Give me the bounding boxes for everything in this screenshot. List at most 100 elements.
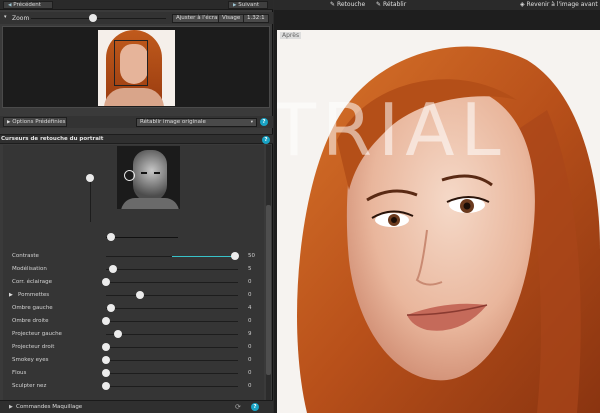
light-vertical-track[interactable]: [90, 176, 91, 222]
fit-screen-button[interactable]: Ajuster à l'écran: [172, 14, 225, 23]
slider-row: Modélisation 5: [0, 265, 265, 277]
light-horizontal-track[interactable]: [106, 237, 178, 238]
trial-watermark: TRIAL: [277, 88, 507, 172]
slider-row: Smokey eyes 0: [0, 356, 265, 368]
slider-label: Flous: [12, 370, 27, 376]
navigator-selection-box[interactable]: [114, 40, 148, 86]
slider-row: Projecteur gauche 9: [0, 330, 265, 342]
revert-button[interactable]: ◈ Revenir à l'image avant: [520, 1, 598, 8]
navigator-panel: [2, 26, 270, 108]
preset-row: ▶ Options Prédéfinies Rétablir image ori…: [0, 116, 273, 128]
slider-thumb[interactable]: [108, 265, 117, 273]
zoom-value-field[interactable]: 1.32:1: [243, 14, 269, 23]
wand-icon: ✎: [376, 1, 382, 8]
slider-track[interactable]: [106, 308, 238, 309]
face-head: [133, 150, 167, 202]
slider-fill: [172, 256, 236, 257]
slider-track[interactable]: [106, 386, 238, 387]
preset-options-button[interactable]: ▶ Options Prédéfinies: [3, 117, 67, 127]
makeup-help-icon[interactable]: ?: [251, 403, 259, 411]
slider-row: Ombre droite 0: [0, 317, 265, 329]
slider-row: Contraste 50: [0, 252, 265, 264]
slider-value: 0: [248, 292, 252, 298]
slider-label: Contraste: [12, 253, 39, 259]
zoom-row: ▾ Zoom Ajuster à l'écran Visage 1.32:1: [0, 12, 273, 24]
refresh-icon[interactable]: ⟳: [235, 403, 241, 411]
expand-triangle-icon[interactable]: ▶: [9, 292, 13, 298]
slider-thumb[interactable]: [113, 330, 122, 338]
scrollbar-handle[interactable]: [266, 205, 271, 375]
next-button[interactable]: ▶ Suivant: [228, 1, 268, 9]
light-vertical-thumb[interactable]: [86, 174, 94, 182]
reset-label: Rétablir: [382, 1, 407, 8]
slider-track[interactable]: [106, 295, 238, 296]
slider-track[interactable]: [106, 282, 238, 283]
slider-value: 0: [248, 370, 252, 376]
slider-label: Ombre droite: [12, 318, 49, 324]
slider-value: 0: [248, 279, 252, 285]
slider-thumb[interactable]: [136, 291, 145, 299]
face-shoulders: [121, 198, 179, 209]
slider-row: Flous 0: [0, 369, 265, 381]
viewer-toolbar: ✎ Retouche ✎ Rétablir ◈ Revenir à l'imag…: [274, 0, 600, 10]
triangle-right-icon: ▶: [7, 120, 11, 125]
slider-track[interactable]: [106, 373, 238, 374]
slider-value: 9: [248, 331, 252, 337]
slider-label: Corr. éclairage: [12, 279, 52, 285]
slider-value: 0: [248, 383, 252, 389]
slider-track[interactable]: [106, 269, 238, 270]
preset-options-label: Options Prédéfinies: [12, 119, 66, 125]
chevron-right-icon: ▶: [233, 3, 237, 8]
retouch-label: Retouche: [336, 1, 366, 8]
slider-row: Ombre gauche 4: [0, 304, 265, 316]
light-source-ring[interactable]: [124, 170, 135, 181]
slider-value: 50: [248, 253, 255, 259]
slider-track[interactable]: [106, 321, 238, 322]
retouch-button[interactable]: ✎ Retouche: [330, 1, 365, 8]
image-viewer: ✎ Retouche ✎ Rétablir ◈ Revenir à l'imag…: [274, 0, 600, 413]
zoom-slider-thumb[interactable]: [89, 14, 97, 22]
slider-row: Corr. éclairage 0: [0, 278, 265, 290]
zoom-label: Zoom: [12, 15, 30, 22]
section-title-text: Curseurs de retouche du portrait: [1, 136, 104, 142]
slider-row: ▶ Pommettes 0: [0, 291, 265, 303]
previous-button[interactable]: ◀ Précédent: [3, 1, 53, 9]
slider-thumb[interactable]: [102, 343, 110, 351]
reset-button[interactable]: ✎ Rétablir: [376, 1, 406, 8]
slider-thumb[interactable]: [102, 356, 110, 364]
slider-thumb[interactable]: [102, 317, 110, 325]
portrait-photo[interactable]: Après TRIAL: [277, 30, 600, 413]
slider-label: Pommettes: [18, 292, 50, 298]
zoom-slider-track[interactable]: [31, 18, 166, 19]
previous-label: Précédent: [13, 2, 41, 8]
layers-icon: ◈: [520, 1, 525, 8]
slider-thumb[interactable]: [102, 369, 110, 377]
navigator-thumbnail[interactable]: [98, 30, 175, 106]
slider-thumb[interactable]: [231, 252, 240, 260]
nav-bar: ◀ Précédent ▶ Suivant: [0, 0, 273, 10]
slider-label: Smokey eyes: [12, 357, 49, 363]
slider-track[interactable]: [106, 347, 238, 348]
section-title: Curseurs de retouche du portrait ?: [0, 134, 273, 144]
slider-track[interactable]: [106, 334, 238, 335]
scrollbar[interactable]: [266, 145, 271, 400]
preset-select[interactable]: Rétablir image originale ▾: [136, 118, 257, 127]
makeup-bar[interactable]: ▶ Commandes Maquillage ⟳ ?: [0, 400, 273, 413]
light-horizontal-thumb[interactable]: [107, 233, 115, 241]
slider-thumb[interactable]: [102, 278, 110, 286]
slider-track[interactable]: [106, 360, 238, 361]
slider-thumb[interactable]: [102, 382, 110, 390]
face-eye-left: [141, 172, 147, 174]
collapse-icon[interactable]: ▾: [4, 14, 7, 20]
preset-select-value: Rétablir image originale: [140, 119, 206, 125]
help-icon[interactable]: ?: [260, 118, 268, 126]
slider-row: Sculpter nez 0: [0, 382, 265, 394]
next-label: Suivant: [238, 2, 259, 8]
brush-icon: ✎: [330, 1, 336, 8]
face-zoom-button[interactable]: Visage: [218, 14, 245, 23]
slider-row: Projecteur droit 0: [0, 343, 265, 355]
slider-label: Ombre gauche: [12, 305, 53, 311]
slider-label: Projecteur gauche: [12, 331, 62, 337]
slider-thumb[interactable]: [107, 304, 116, 312]
section-help-icon[interactable]: ?: [262, 136, 270, 144]
